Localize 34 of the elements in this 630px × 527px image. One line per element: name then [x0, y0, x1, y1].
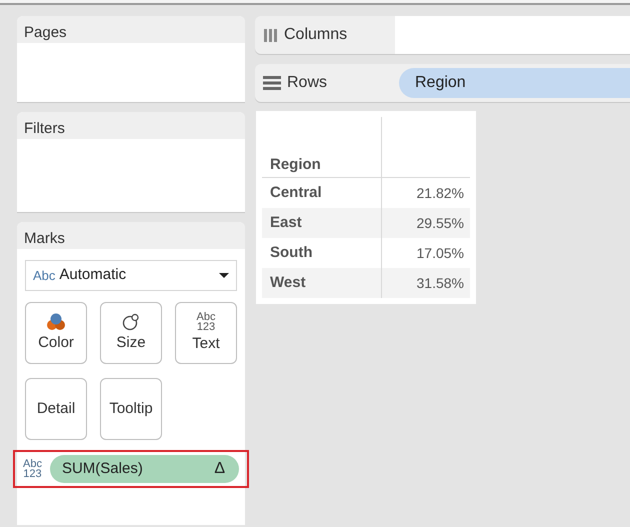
rows-icon: [263, 76, 281, 90]
abc-123-icon: Abc 123: [23, 459, 42, 479]
delta-icon: Δ: [214, 457, 225, 481]
mark-text-button[interactable]: Abc 123 Text: [175, 302, 237, 364]
row-header: West: [270, 272, 306, 293]
field-pill[interactable]: SUM(Sales) Δ: [50, 455, 239, 483]
shelf-label: Rows: [287, 73, 328, 93]
card-title: Marks: [24, 230, 65, 247]
table-cell-text: 17.05%: [416, 244, 464, 262]
table-cell-text: 31.58%: [416, 274, 464, 292]
table-cell-text: 29.55%: [416, 214, 464, 232]
mark-type-dropdown[interactable]: Abc Automatic: [25, 260, 237, 291]
abc-icon: Abc: [33, 266, 56, 286]
shelf-label: Columns: [284, 25, 348, 45]
mark-size-button[interactable]: Size: [100, 302, 162, 364]
row-header: East: [270, 212, 302, 233]
row-header: South: [270, 242, 312, 263]
mark-color-button[interactable]: Color: [25, 302, 87, 364]
column-header: Region: [270, 154, 321, 174]
caret-icon: [219, 273, 229, 278]
size-circles-icon: [122, 313, 140, 332]
card-title: Pages: [24, 24, 67, 41]
table-cell-text: 21.82%: [416, 184, 464, 202]
mark-property-button[interactable]: Tooltip: [100, 378, 162, 440]
pill-label: SUM(Sales): [62, 458, 144, 479]
dimension-pill[interactable]: Region: [399, 68, 630, 98]
row-header: Central: [270, 182, 322, 203]
drop-area[interactable]: [395, 16, 630, 54]
color-dots-icon: [46, 313, 66, 332]
columns-icon: [263, 28, 278, 42]
mark-property-button[interactable]: Detail: [25, 378, 87, 440]
abc-123-icon: Abc 123: [196, 312, 216, 332]
card-title: Filters: [24, 120, 65, 137]
dropdown-value: Automatic: [59, 265, 128, 286]
